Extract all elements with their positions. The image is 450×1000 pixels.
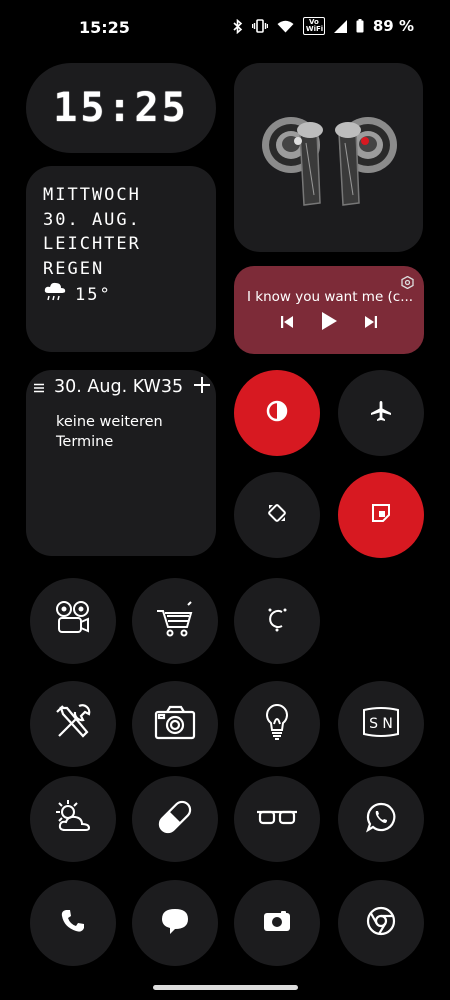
battery-icon [356, 19, 364, 33]
app-camera[interactable] [132, 681, 218, 767]
signal-icon [333, 19, 347, 33]
airplane-icon [370, 400, 392, 426]
vibrate-icon [251, 19, 268, 33]
weather-condition-1: LEICHTER [43, 234, 141, 254]
clock-time: 15:25 [53, 85, 189, 131]
app-lightbulb[interactable] [234, 681, 320, 767]
whatsapp-icon [365, 801, 397, 837]
media-title: I know you want me (c... [247, 289, 414, 305]
app-phone[interactable] [30, 880, 116, 966]
lightbulb-icon [262, 702, 292, 746]
svg-text:S N: S N [369, 716, 393, 732]
auto-rotate-toggle[interactable] [234, 472, 320, 558]
sn-note-icon: S N [361, 705, 401, 743]
app-assistant[interactable] [234, 578, 320, 664]
tools-icon [53, 702, 93, 746]
app-whatsapp[interactable] [338, 776, 424, 862]
app-sn-note[interactable]: S N [338, 681, 424, 767]
auto-rotate-icon [265, 501, 289, 529]
app-camera-app[interactable] [234, 880, 320, 966]
weather-condition-2: REGEN [43, 258, 105, 279]
contrast-toggle[interactable] [234, 370, 320, 456]
weather-date: 30. AUG. [43, 209, 141, 230]
battery-percent: 89 % [372, 17, 414, 35]
media-widget[interactable]: I know you want me (c... [234, 266, 424, 354]
clock-widget[interactable]: 15:25 [26, 63, 216, 153]
film-projector-icon [53, 599, 93, 643]
bluetooth-icon [233, 18, 243, 34]
screenshot-toggle[interactable] [338, 472, 424, 558]
app-messages[interactable] [132, 880, 218, 966]
screenshot-icon [370, 502, 392, 528]
app-shopping[interactable] [132, 578, 218, 664]
weather-day: MITTWOCH [43, 185, 141, 205]
home-indicator[interactable] [153, 985, 298, 990]
app-glasses[interactable] [234, 776, 320, 862]
weather-temperature: 15° [75, 284, 112, 305]
chrome-icon [366, 906, 396, 940]
status-icons: Vo WiFi 89 % [233, 17, 414, 35]
messages-icon [160, 907, 190, 939]
app-film-projector[interactable] [30, 578, 116, 664]
calendar-widget[interactable] [26, 370, 216, 556]
status-time: 15:25 [79, 18, 130, 37]
wifi-icon [277, 20, 294, 33]
next-button[interactable] [364, 314, 378, 333]
camera-icon [154, 704, 196, 744]
camera-app-icon [263, 910, 291, 936]
vowifi-icon: Vo WiFi [302, 17, 325, 35]
shopping-cart-icon [155, 599, 195, 643]
assistant-icon [262, 604, 292, 638]
app-pill[interactable] [132, 776, 218, 862]
weather-text: MITTWOCH 30. AUG. LEICHTER REGEN 15° [43, 183, 141, 309]
earbuds-image [262, 117, 397, 206]
add-event-icon[interactable] [194, 377, 210, 397]
calendar-header: 30. Aug. KW35 [34, 377, 210, 397]
app-tools[interactable] [30, 681, 116, 767]
weather-icon [51, 797, 95, 841]
contrast-icon [266, 400, 288, 426]
pill-icon [155, 797, 195, 841]
app-chrome[interactable] [338, 880, 424, 966]
phone-icon [60, 908, 86, 938]
play-button[interactable] [321, 311, 338, 335]
status-bar: 15:25 Vo WiFi 89 % [0, 0, 450, 58]
glasses-icon [255, 807, 299, 831]
airplane-toggle[interactable] [338, 370, 424, 456]
earbuds-widget[interactable] [234, 63, 423, 252]
menu-icon[interactable] [34, 378, 44, 397]
previous-button[interactable] [280, 314, 294, 333]
calendar-date: 30. Aug. KW35 [54, 377, 184, 397]
calendar-empty-text: keine weiteren Termine [56, 414, 163, 450]
rain-cloud-icon [43, 281, 67, 309]
app-weather[interactable] [30, 776, 116, 862]
weather-widget[interactable]: MITTWOCH 30. AUG. LEICHTER REGEN 15° [26, 166, 216, 352]
